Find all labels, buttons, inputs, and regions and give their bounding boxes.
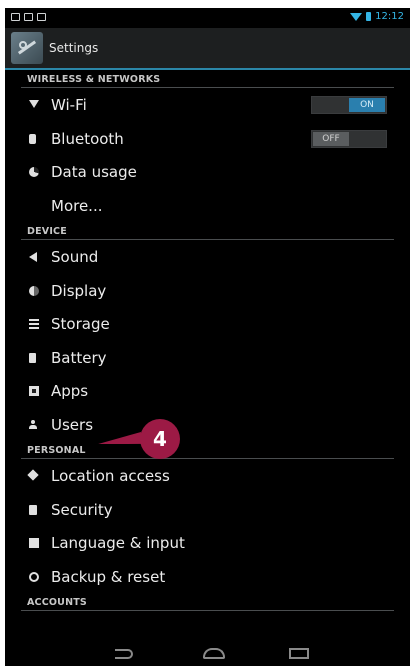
lock-icon (29, 504, 37, 515)
settings-item-storage[interactable]: Storage (5, 307, 410, 341)
users-icon (29, 419, 37, 429)
status-bar: 12:12 (5, 8, 410, 28)
battery-icon (29, 352, 36, 363)
clock: 12:12 (375, 11, 404, 22)
settings-item-label: Data usage (51, 163, 137, 181)
settings-item-label: Sound (51, 248, 99, 266)
location-icon (27, 469, 39, 481)
settings-item-label: Users (51, 415, 94, 434)
back-icon[interactable] (115, 649, 133, 659)
callout-badge: 4 (140, 419, 180, 459)
settings-item-security[interactable]: Security (5, 493, 410, 527)
action-bar: Settings (5, 28, 410, 70)
notification-icon (37, 13, 46, 21)
language-icon (29, 538, 39, 548)
settings-item-label: Apps (51, 382, 89, 400)
device-screen: 12:12 Settings WIRELESS & NETWORKS Wi-Fi… (5, 8, 410, 666)
settings-item-battery[interactable]: Battery (5, 341, 410, 375)
section-header-wireless: WIRELESS & NETWORKS (5, 70, 410, 88)
settings-item-label: More... (51, 196, 103, 215)
settings-item-users[interactable]: Users (5, 408, 410, 442)
wifi-icon (29, 100, 39, 108)
home-icon[interactable] (203, 648, 225, 659)
navigation-bar (5, 640, 410, 666)
section-header-personal: PERSONAL (5, 441, 410, 459)
settings-item-label: Display (51, 281, 107, 300)
settings-item-bluetooth[interactable]: Bluetooth OFF (5, 122, 410, 156)
backup-icon (29, 571, 39, 582)
settings-item-label: Storage (51, 315, 110, 333)
settings-item-label: Language & input (51, 534, 185, 552)
data-usage-icon (29, 167, 39, 177)
settings-item-display[interactable]: Display (5, 274, 410, 308)
settings-item-backup[interactable]: Backup & reset (5, 560, 410, 594)
wifi-signal-icon (350, 12, 363, 21)
settings-item-label: Location access (51, 467, 170, 485)
storage-icon (29, 319, 39, 329)
settings-item-more[interactable]: More... (5, 189, 410, 223)
settings-item-apps[interactable]: Apps (5, 374, 410, 408)
settings-item-label: Wi-Fi (51, 96, 87, 114)
bluetooth-icon (29, 133, 36, 144)
settings-item-language[interactable]: Language & input (5, 526, 410, 560)
notification-icon (24, 13, 33, 21)
settings-app-icon[interactable] (11, 32, 43, 64)
battery-icon (366, 12, 372, 21)
settings-list: WIRELESS & NETWORKS Wi-Fi ON Bluetooth O… (5, 70, 410, 611)
display-icon (29, 285, 39, 296)
settings-item-location[interactable]: Location access (5, 459, 410, 493)
section-header-device: DEVICE (5, 222, 410, 240)
settings-item-label: Battery (51, 348, 107, 367)
recent-apps-icon[interactable] (289, 648, 309, 659)
settings-item-data-usage[interactable]: Data usage (5, 155, 410, 189)
sound-icon (29, 252, 37, 262)
settings-item-label: Security (51, 500, 113, 519)
settings-item-sound[interactable]: Sound (5, 240, 410, 274)
page-title: Settings (49, 41, 99, 55)
section-header-accounts: ACCOUNTS (5, 593, 410, 611)
bluetooth-toggle[interactable]: OFF (311, 129, 387, 148)
wifi-toggle[interactable]: ON (311, 96, 387, 114)
settings-item-label: Backup & reset (51, 567, 166, 586)
apps-icon (29, 386, 39, 396)
settings-item-wifi[interactable]: Wi-Fi ON (5, 88, 410, 122)
notification-icon (11, 13, 20, 21)
settings-item-label: Bluetooth (51, 129, 124, 148)
